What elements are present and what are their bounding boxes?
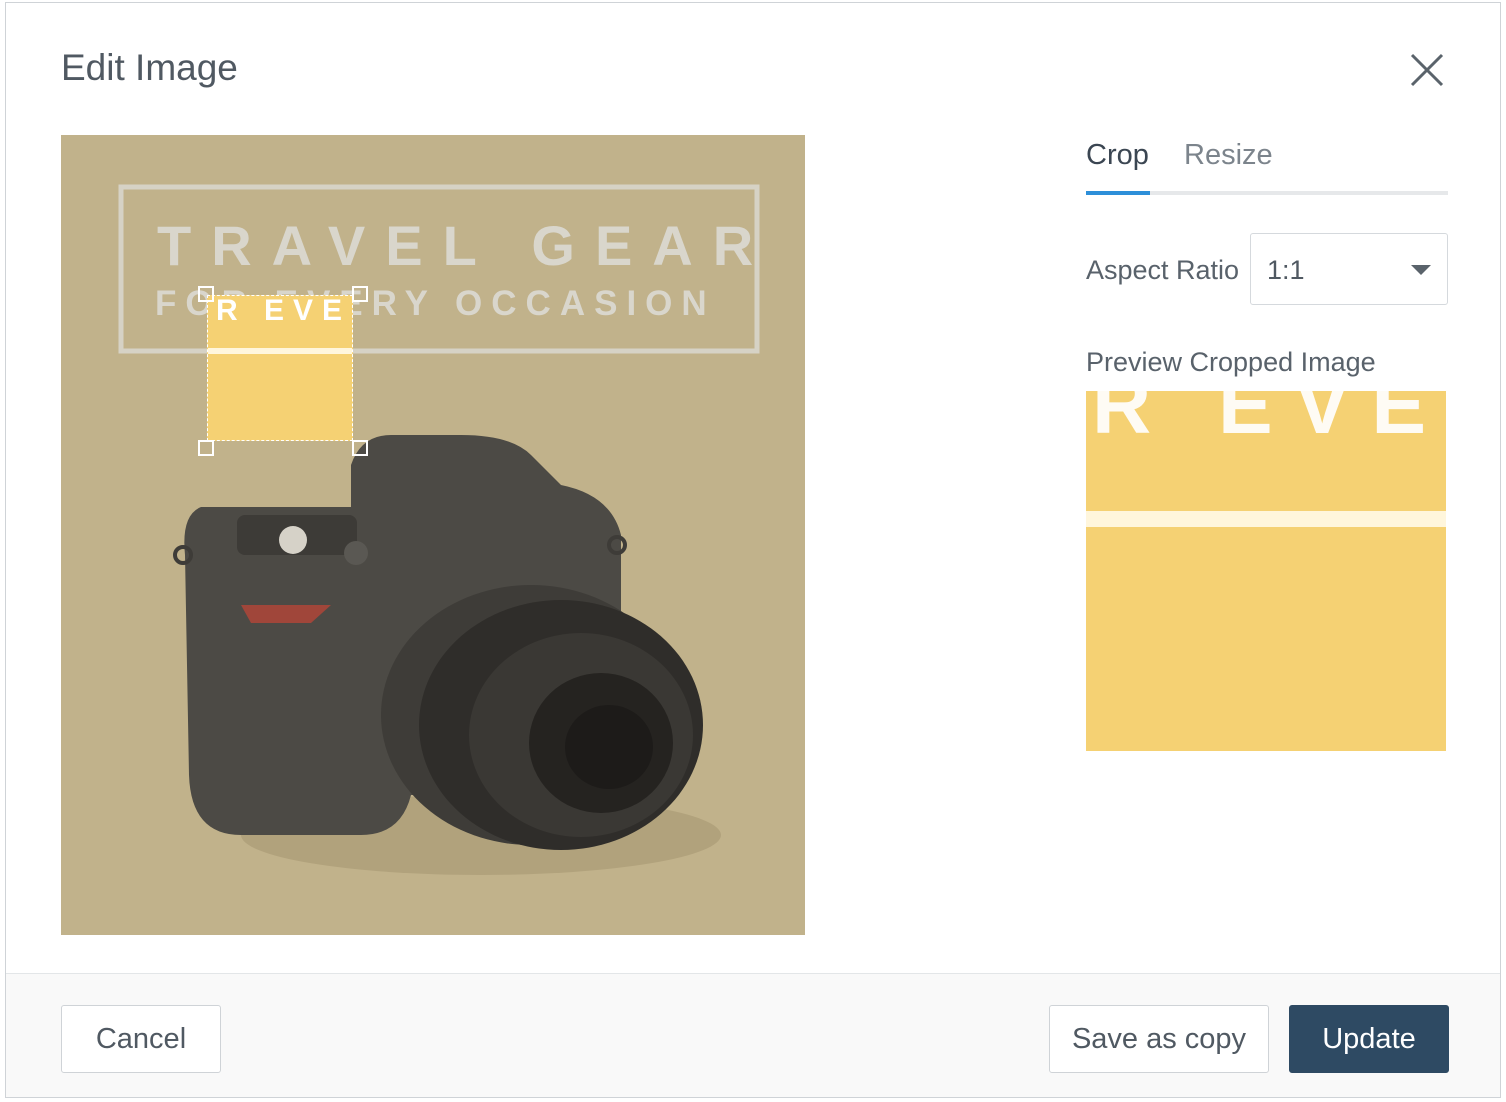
aspect-ratio-label: Aspect Ratio	[1086, 255, 1240, 285]
edit-image-dialog: Edit Image TRAVEL GEAR FOR EVERY OCCASIO…	[5, 2, 1501, 1098]
save-as-copy-button[interactable]: Save as copy	[1049, 1005, 1269, 1073]
crop-handle-top-right[interactable]	[352, 286, 368, 302]
dialog-title: Edit Image	[61, 47, 238, 88]
dialog-footer: Cancel Save as copy Update	[6, 973, 1500, 1097]
cropped-preview: R EVE	[1086, 391, 1446, 751]
update-button[interactable]: Update	[1289, 1005, 1449, 1073]
crop-handle-top-left[interactable]	[198, 286, 214, 302]
tab-resize[interactable]: Resize	[1184, 139, 1273, 186]
preview-band	[1086, 511, 1446, 527]
headline-text: TRAVEL GEAR	[157, 214, 773, 277]
preview-text: R EVE	[1092, 391, 1446, 451]
tab-resize-label: Resize	[1184, 139, 1273, 171]
chevron-down-icon	[1411, 265, 1431, 275]
edit-tabs: Crop Resize	[1086, 131, 1448, 195]
aspect-ratio-value: 1:1	[1267, 255, 1305, 285]
image-canvas[interactable]: TRAVEL GEAR FOR EVERY OCCASION R EVE	[61, 135, 805, 935]
crop-handle-bottom-right[interactable]	[352, 440, 368, 456]
preview-label: Preview Cropped Image	[1086, 347, 1376, 377]
close-button[interactable]	[1404, 47, 1450, 93]
crop-selection-band	[208, 348, 352, 354]
cancel-button[interactable]: Cancel	[61, 1005, 221, 1073]
close-icon	[1410, 53, 1444, 87]
tab-crop-label: Crop	[1086, 139, 1149, 171]
aspect-ratio-select[interactable]: 1:1	[1250, 233, 1448, 305]
camera-image: TRAVEL GEAR FOR EVERY OCCASION	[61, 135, 805, 935]
crop-selection[interactable]: R EVE	[207, 295, 353, 441]
tab-crop[interactable]: Crop	[1086, 139, 1149, 186]
crop-handle-bottom-left[interactable]	[198, 440, 214, 456]
crop-selection-text: R EVE	[216, 295, 352, 327]
active-tab-indicator	[1086, 191, 1150, 195]
